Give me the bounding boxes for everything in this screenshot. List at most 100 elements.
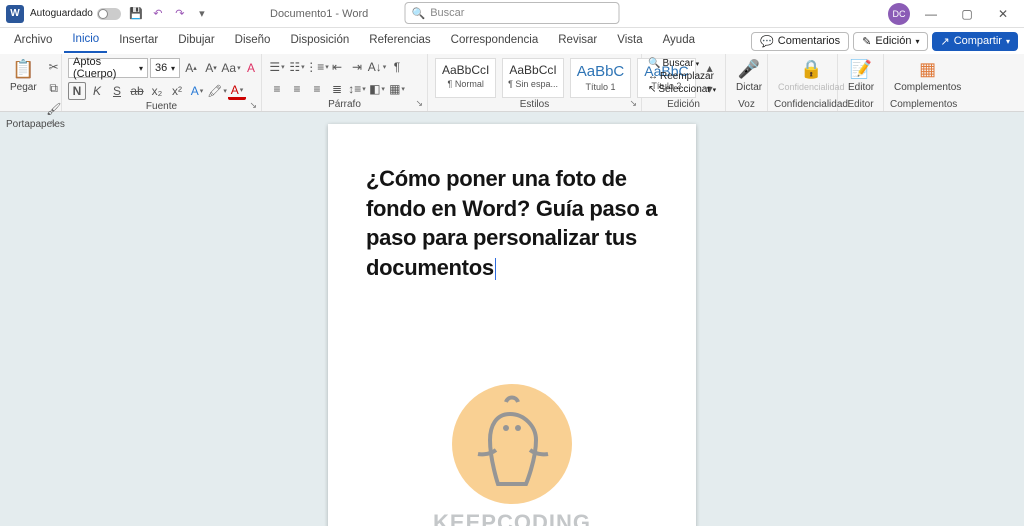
penguin-icon xyxy=(452,384,572,504)
subscript-icon[interactable]: x₂ xyxy=(148,82,166,100)
cut-icon[interactable]: ✂ xyxy=(45,58,63,76)
group-clipboard: 📋 Pegar ✂ ⧉ 🖌 Portapapeles↘ xyxy=(0,54,62,111)
bullets-icon[interactable]: ☰ xyxy=(268,58,286,76)
replace-button[interactable]: ↔Reemplazar xyxy=(648,71,714,82)
comments-button[interactable]: 💬Comentarios xyxy=(751,32,849,51)
group-label-font: Fuente↘ xyxy=(68,100,255,112)
text-effects-icon[interactable]: A xyxy=(188,82,206,100)
share-button[interactable]: ↗Compartir▾ xyxy=(932,32,1018,51)
tab-archivo[interactable]: Archivo xyxy=(6,30,60,52)
tab-diseno[interactable]: Diseño xyxy=(227,30,279,52)
underline-icon[interactable]: S xyxy=(108,82,126,100)
page[interactable]: ¿Cómo poner una foto de fondo en Word? G… xyxy=(328,124,696,526)
italic-icon[interactable]: K xyxy=(88,82,106,100)
paste-button[interactable]: 📋 Pegar xyxy=(6,58,41,93)
clear-format-icon[interactable]: A xyxy=(242,59,260,77)
maximize-button[interactable]: ▢ xyxy=(952,2,982,26)
group-voice: 🎤Dictar Voz xyxy=(726,54,768,111)
decrease-indent-icon[interactable]: ⇤ xyxy=(328,58,346,76)
font-name-combo[interactable]: Aptos (Cuerpo)▾ xyxy=(68,58,148,78)
align-left-icon[interactable]: ≡ xyxy=(268,80,286,98)
tab-dibujar[interactable]: Dibujar xyxy=(170,30,222,52)
tab-correspondencia[interactable]: Correspondencia xyxy=(443,30,547,52)
launcher-icon[interactable]: ↘ xyxy=(249,100,257,111)
style-titulo1[interactable]: AaBbCTítulo 1 xyxy=(570,58,632,98)
group-font: Aptos (Cuerpo)▾ 36▾ A▴ A▾ Aa A N K S ab … xyxy=(62,54,262,111)
format-painter-icon[interactable]: 🖌 xyxy=(45,100,63,118)
sort-icon[interactable]: A↓ xyxy=(368,58,386,76)
highlight-icon[interactable]: 🖍 xyxy=(208,82,226,100)
font-color-icon[interactable]: A xyxy=(228,82,246,100)
increase-indent-icon[interactable]: ⇥ xyxy=(348,58,366,76)
bold-icon[interactable]: N xyxy=(68,82,86,100)
group-label-addins: Complementos xyxy=(890,98,950,110)
numbering-icon[interactable]: ☷ xyxy=(288,58,306,76)
editor-icon: 📝 xyxy=(850,58,872,80)
align-center-icon[interactable]: ≡ xyxy=(288,80,306,98)
group-addins: ▦Complementos Complementos xyxy=(884,54,956,111)
tell-me-search[interactable]: 🔍 Buscar xyxy=(405,2,620,24)
watermark-logo-icon xyxy=(452,384,572,504)
group-label-editor: Editor xyxy=(844,98,877,110)
style-normal[interactable]: AaBbCcI¶ Normal xyxy=(435,58,496,98)
superscript-icon[interactable]: x² xyxy=(168,82,186,100)
search-icon: 🔍 xyxy=(412,7,426,20)
launcher-icon[interactable]: ↘ xyxy=(49,118,57,129)
tab-inicio[interactable]: Inicio xyxy=(64,29,107,53)
increase-font-icon[interactable]: A▴ xyxy=(182,59,200,77)
dictate-button[interactable]: 🎤Dictar xyxy=(732,58,766,93)
minimize-button[interactable]: ― xyxy=(916,2,946,26)
launcher-icon[interactable]: ↘ xyxy=(415,98,423,109)
search-icon: 🔍 xyxy=(648,58,660,69)
cursor-icon: ↖ xyxy=(648,84,656,95)
decrease-font-icon[interactable]: A▾ xyxy=(202,59,220,77)
text-cursor xyxy=(495,258,496,280)
ribbon-tabs: Archivo Inicio Insertar Dibujar Diseño D… xyxy=(0,28,1024,54)
document-canvas[interactable]: ¿Cómo poner una foto de fondo en Word? G… xyxy=(0,112,1024,526)
autosave-toggle[interactable] xyxy=(97,8,121,20)
multilevel-icon[interactable]: ⋮≡ xyxy=(308,58,326,76)
undo-icon[interactable]: ↶ xyxy=(149,5,167,23)
ribbon: 📋 Pegar ✂ ⧉ 🖌 Portapapeles↘ Aptos (Cuerp… xyxy=(0,54,1024,112)
addins-button[interactable]: ▦Complementos xyxy=(890,58,965,93)
tab-ayuda[interactable]: Ayuda xyxy=(655,30,703,52)
tab-referencias[interactable]: Referencias xyxy=(361,30,438,52)
line-spacing-icon[interactable]: ↕≡ xyxy=(348,80,366,98)
search-placeholder: Buscar xyxy=(430,7,464,19)
tab-revisar[interactable]: Revisar xyxy=(550,30,605,52)
find-button[interactable]: 🔍Buscar▾ xyxy=(648,58,699,69)
user-avatar[interactable]: DC xyxy=(888,3,910,25)
document-heading[interactable]: ¿Cómo poner una foto de fondo en Word? G… xyxy=(366,164,658,283)
justify-icon[interactable]: ≣ xyxy=(328,80,346,98)
editor-button[interactable]: 📝Editor xyxy=(844,58,878,93)
redo-icon[interactable]: ↷ xyxy=(171,5,189,23)
show-marks-icon[interactable]: ¶ xyxy=(388,58,406,76)
font-size-combo[interactable]: 36▾ xyxy=(150,58,180,78)
copy-icon[interactable]: ⧉ xyxy=(45,79,63,97)
comment-icon: 💬 xyxy=(760,35,774,48)
group-styles: AaBbCcI¶ Normal AaBbCcI¶ Sin espa... AaB… xyxy=(428,54,642,111)
close-button[interactable]: ✕ xyxy=(988,2,1018,26)
align-right-icon[interactable]: ≡ xyxy=(308,80,326,98)
group-editing: 🔍Buscar▾ ↔Reemplazar ↖Seleccionar▾ Edici… xyxy=(642,54,726,111)
watermark-brand: KEEPCODING xyxy=(328,510,696,526)
tab-disposicion[interactable]: Disposición xyxy=(282,30,357,52)
strike-icon[interactable]: ab xyxy=(128,82,146,100)
qat-customize-icon[interactable]: ▾ xyxy=(193,5,211,23)
style-sin-espaciado[interactable]: AaBbCcI¶ Sin espa... xyxy=(502,58,563,98)
shading-icon[interactable]: ◧ xyxy=(368,80,386,98)
word-app-icon: W xyxy=(6,5,24,23)
select-button[interactable]: ↖Seleccionar▾ xyxy=(648,84,716,95)
tab-vista[interactable]: Vista xyxy=(609,30,650,52)
borders-icon[interactable]: ▦ xyxy=(388,80,406,98)
group-label-sensitivity: Confidencialidad xyxy=(774,98,831,110)
group-editor: 📝Editor Editor xyxy=(838,54,884,111)
launcher-icon[interactable]: ↘ xyxy=(629,98,637,109)
save-icon[interactable]: 💾 xyxy=(127,5,145,23)
change-case-icon[interactable]: Aa xyxy=(222,59,240,77)
editing-mode-button[interactable]: ✎Edición▾ xyxy=(853,32,928,51)
mic-icon: 🎤 xyxy=(738,58,760,80)
tab-insertar[interactable]: Insertar xyxy=(111,30,166,52)
lock-icon: 🔒 xyxy=(800,58,822,80)
pencil-icon: ✎ xyxy=(862,35,871,48)
